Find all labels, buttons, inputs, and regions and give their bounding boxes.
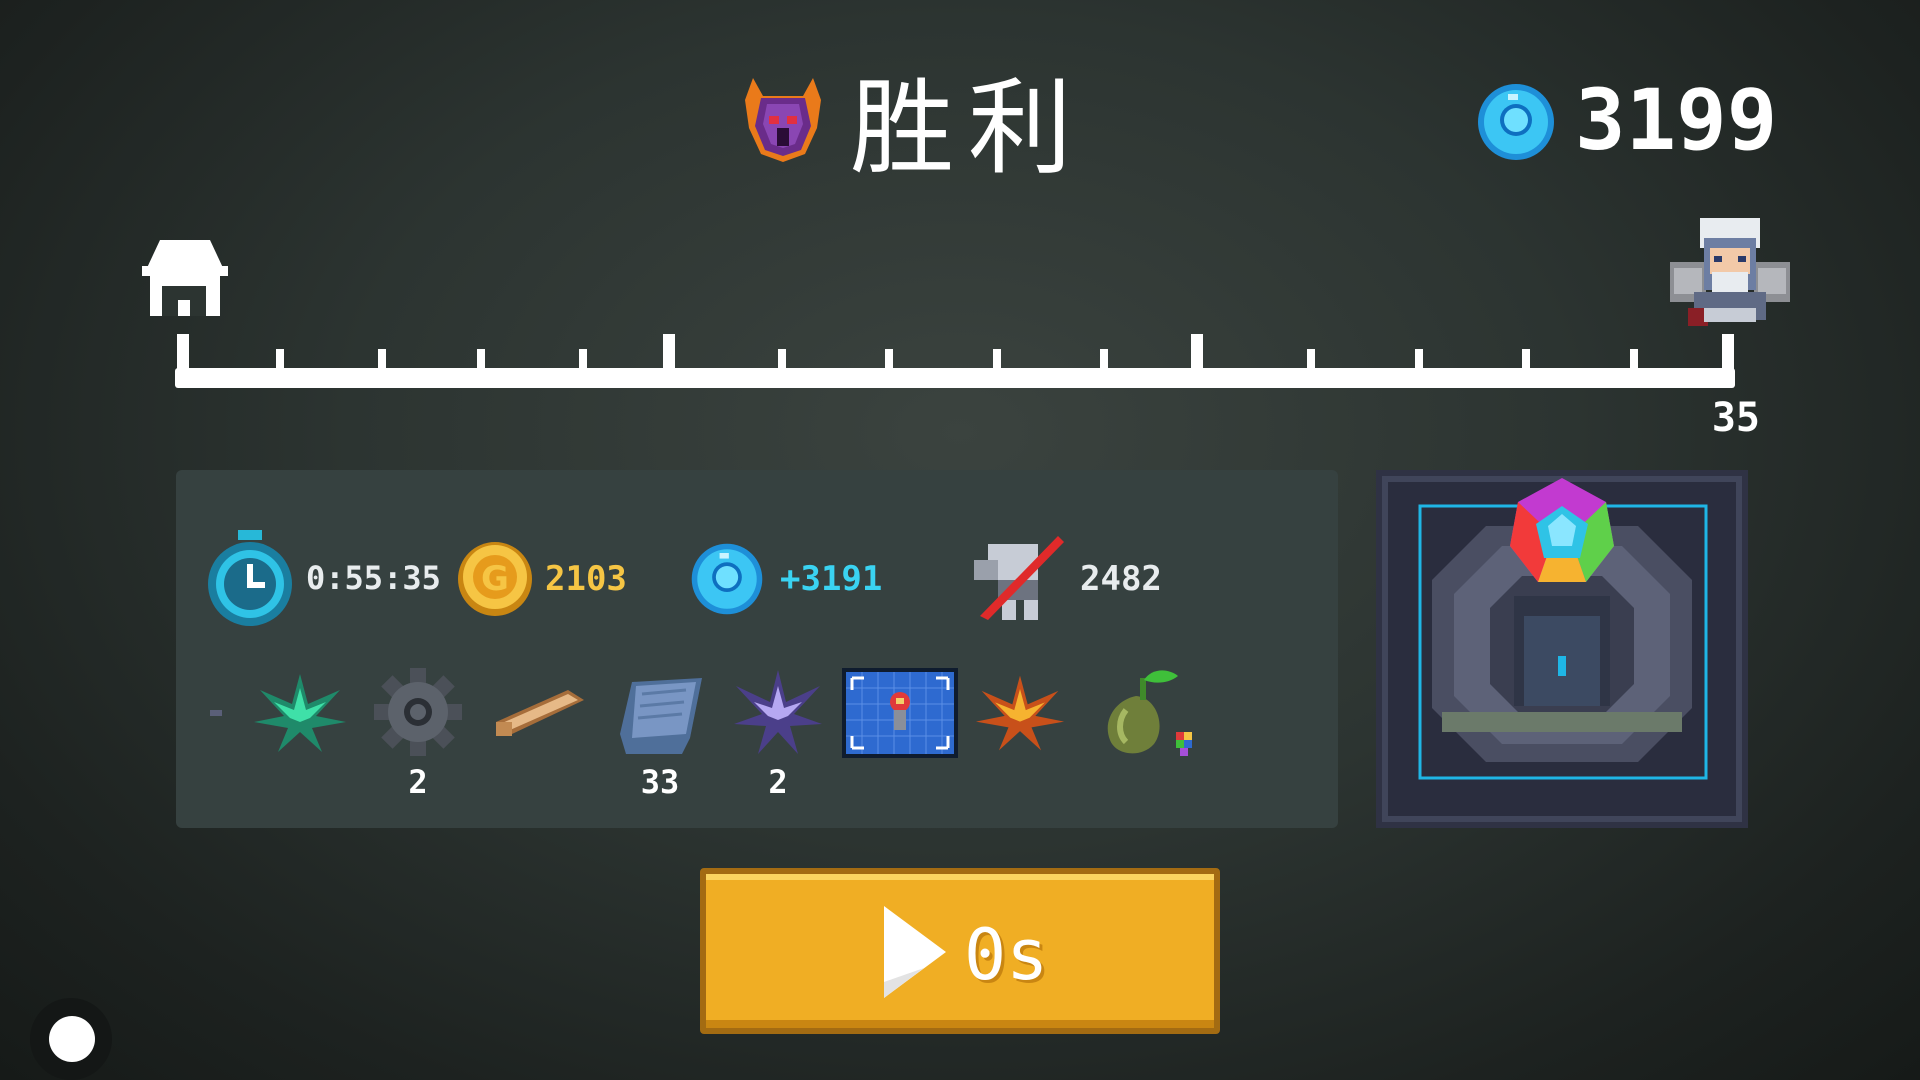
green-leaf-icon <box>252 670 348 758</box>
progress-tick <box>1630 349 1638 371</box>
wave-progress-bar <box>175 368 1735 388</box>
drop-count: 2 <box>768 763 788 801</box>
play-icon <box>880 906 950 998</box>
progress-tick <box>993 349 1001 371</box>
progress-tick <box>477 349 485 371</box>
purple-crystal-icon <box>732 668 824 760</box>
victory-title: 胜利 <box>850 67 1087 189</box>
gem-total-counter: 3199 <box>1575 71 1778 169</box>
kills-icon <box>968 530 1068 630</box>
gem-icon <box>1474 80 1558 164</box>
continue-button[interactable] <box>700 868 1220 1034</box>
boss-portrait-icon <box>1660 212 1800 330</box>
progress-tick <box>1191 334 1203 370</box>
progress-tick <box>885 349 893 371</box>
gem-icon <box>688 540 766 622</box>
seed-icon <box>1096 666 1206 770</box>
blueprint-icon <box>842 668 958 762</box>
stopwatch-icon <box>204 528 296 634</box>
drop-count: 33 <box>640 763 680 801</box>
progress-tick <box>1307 349 1315 371</box>
progress-tick <box>663 334 675 370</box>
progress-tick <box>1415 349 1423 371</box>
cloth-icon <box>616 674 706 762</box>
floating-menu-dot-icon <box>49 1016 95 1062</box>
drop-count: 2 <box>408 763 428 801</box>
progress-tick <box>1722 334 1734 370</box>
continue-countdown: 0s <box>964 914 1049 996</box>
level-number: 35 <box>1711 395 1760 441</box>
orange-leaf-icon <box>974 670 1066 758</box>
kills-value: 2482 <box>1080 559 1162 599</box>
progress-tick <box>276 349 284 371</box>
run-time-value: 0:55:35 <box>306 559 441 597</box>
progress-tick <box>1100 349 1108 371</box>
progress-tick <box>1522 349 1530 371</box>
gear-icon <box>372 666 464 762</box>
progress-tick <box>177 334 189 370</box>
gold-coin-icon: G <box>456 540 534 622</box>
progress-tick <box>378 349 386 371</box>
small-shard-icon <box>210 710 222 716</box>
gold-earned-value: 2103 <box>545 559 627 599</box>
gems-gained-value: +3191 <box>780 559 883 599</box>
home-icon <box>140 226 230 318</box>
progress-tick <box>579 349 587 371</box>
progress-tick <box>778 349 786 371</box>
boss-helmet-icon <box>733 68 833 168</box>
altar-panel <box>1376 470 1748 828</box>
svg-text:G: G <box>481 559 509 599</box>
wood-plank-icon <box>492 684 588 748</box>
